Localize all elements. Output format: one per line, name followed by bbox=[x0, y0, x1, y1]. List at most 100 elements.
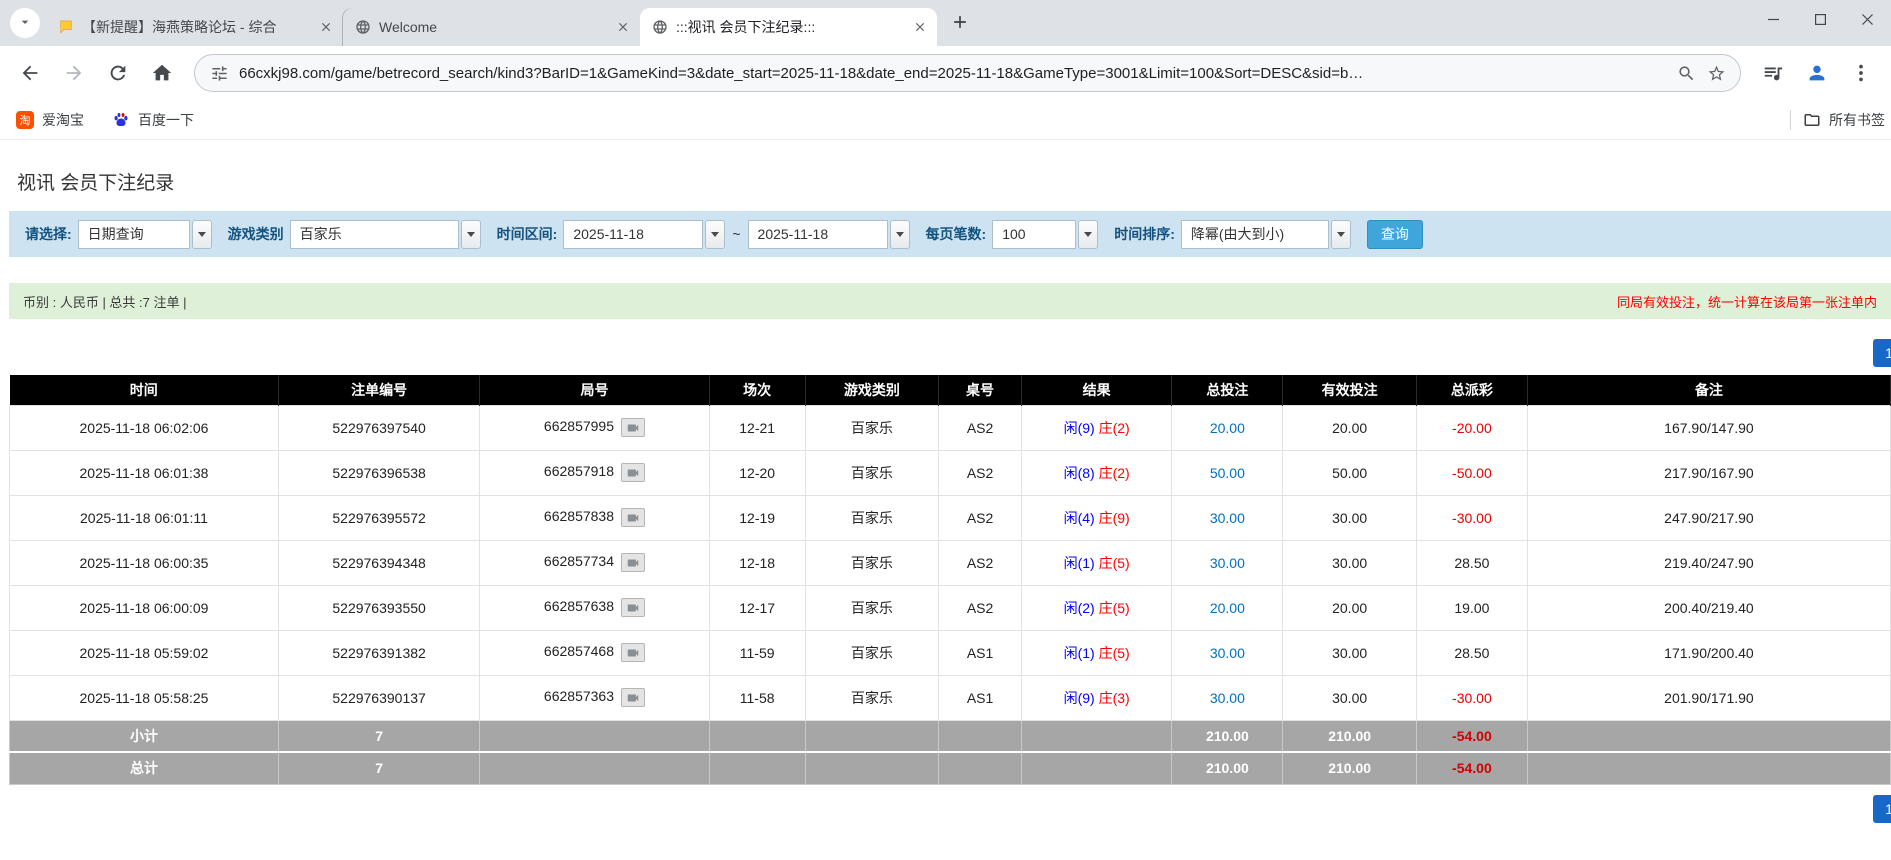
cell-session: 11-59 bbox=[708, 629, 806, 676]
cell-total-bet[interactable]: 30.00 bbox=[1171, 674, 1284, 721]
bookmarks-bar: 淘 爱淘宝 百度一下 所有书签 bbox=[0, 100, 1891, 140]
cell-payout: -50.00 bbox=[1415, 449, 1528, 496]
zoom-icon[interactable] bbox=[1676, 63, 1696, 83]
game-category-value[interactable]: 百家乐 bbox=[289, 219, 459, 249]
url-text[interactable]: 66cxkj98.com/game/betrecord_search/kind3… bbox=[239, 65, 1666, 82]
filter-label-date-range: 时间区间: bbox=[496, 226, 558, 242]
video-replay-icon[interactable] bbox=[621, 598, 645, 617]
tab-welcome[interactable]: Welcome bbox=[343, 8, 640, 46]
cell-valid-bet: 30.00 bbox=[1282, 629, 1417, 676]
site-settings-icon[interactable] bbox=[209, 63, 229, 83]
cell-table-number: AS1 bbox=[938, 674, 1022, 721]
video-replay-icon[interactable] bbox=[621, 688, 645, 707]
folder-icon bbox=[1803, 111, 1821, 129]
cell-payout: -30.00 bbox=[1415, 674, 1528, 721]
page-size-value[interactable]: 100 bbox=[992, 219, 1077, 249]
chevron-down-icon[interactable] bbox=[889, 219, 910, 249]
video-replay-icon[interactable] bbox=[621, 418, 645, 437]
chevron-down-icon[interactable] bbox=[1078, 219, 1099, 249]
tab-forum[interactable]: 【新提醒】海燕策略论坛 - 综合 bbox=[46, 8, 343, 46]
tab-close-icon[interactable] bbox=[317, 18, 335, 36]
game-category-select[interactable]: 百家乐 bbox=[289, 219, 481, 249]
cell-session: 12-18 bbox=[708, 539, 806, 586]
column-header-time: 时间 bbox=[9, 375, 279, 405]
chevron-down-icon[interactable] bbox=[705, 219, 726, 249]
cell-total-bet[interactable]: 30.00 bbox=[1171, 494, 1284, 541]
minimize-button[interactable] bbox=[1750, 0, 1797, 38]
bet-record-row: 2025-11-18 06:01:11 522976395572 6628578… bbox=[9, 494, 1891, 541]
sort-order-select[interactable]: 降幂(由大到小) bbox=[1180, 219, 1351, 249]
bookmark-taobao[interactable]: 淘 爱淘宝 bbox=[16, 110, 84, 130]
cell-round-number: 662857918 bbox=[479, 449, 710, 496]
cell-round-number: 662857468 bbox=[479, 629, 710, 676]
home-button[interactable] bbox=[142, 53, 182, 93]
new-tab-button[interactable] bbox=[945, 8, 975, 38]
menu-icon[interactable] bbox=[1841, 53, 1881, 93]
reload-button[interactable] bbox=[98, 53, 138, 93]
tab-title: 【新提醒】海燕策略论坛 - 综合 bbox=[82, 19, 277, 35]
chevron-down-icon[interactable] bbox=[191, 219, 212, 249]
cell-bet-number: 522976394348 bbox=[277, 539, 481, 586]
date-start-value[interactable]: 2025-11-18 bbox=[563, 219, 704, 249]
subtotal-count: 7 bbox=[277, 719, 481, 753]
cell-round-number: 662857363 bbox=[479, 674, 710, 721]
page-1-button[interactable]: 1 bbox=[1873, 794, 1891, 823]
back-button[interactable] bbox=[10, 53, 50, 93]
media-controls-icon[interactable] bbox=[1753, 53, 1793, 93]
page-size-select[interactable]: 100 bbox=[992, 219, 1099, 249]
video-replay-icon[interactable] bbox=[621, 643, 645, 662]
empty-cell bbox=[938, 719, 1022, 753]
cell-total-bet[interactable]: 30.00 bbox=[1171, 629, 1284, 676]
cell-game-category: 百家乐 bbox=[804, 629, 940, 676]
tab-bet-records[interactable]: :::视讯 会员下注纪录::: bbox=[640, 8, 937, 46]
pagination-bottom: 1 bbox=[9, 794, 1891, 825]
cell-payout: -20.00 bbox=[1415, 404, 1528, 451]
tab-close-icon[interactable] bbox=[911, 18, 929, 36]
empty-cell bbox=[804, 751, 940, 785]
maximize-button[interactable] bbox=[1797, 0, 1844, 38]
cell-total-bet[interactable]: 20.00 bbox=[1171, 584, 1284, 631]
close-window-button[interactable] bbox=[1844, 0, 1891, 38]
date-end-select[interactable]: 2025-11-18 bbox=[747, 219, 910, 249]
bet-record-row: 2025-11-18 05:58:25 522976390137 6628573… bbox=[9, 674, 1891, 721]
date-end-value[interactable]: 2025-11-18 bbox=[747, 219, 888, 249]
page-content: 视讯 会员下注纪录 请选择: 日期查询 游戏类别 百家乐 时间区间: 2025-… bbox=[0, 168, 1891, 825]
bookmark-star-icon[interactable] bbox=[1706, 63, 1726, 83]
video-replay-icon[interactable] bbox=[621, 508, 645, 527]
query-type-value[interactable]: 日期查询 bbox=[77, 219, 190, 249]
tab-close-icon[interactable] bbox=[614, 18, 632, 36]
empty-cell bbox=[1020, 719, 1173, 753]
column-header-round-number: 局号 bbox=[479, 375, 710, 405]
empty-cell bbox=[938, 751, 1022, 785]
subtotal-row: 小计 7 210.00 210.00 -54.00 bbox=[9, 719, 1891, 753]
search-button[interactable]: 查询 bbox=[1366, 219, 1423, 249]
bet-record-row: 2025-11-18 06:02:06 522976397540 6628579… bbox=[9, 404, 1891, 451]
tab-search-button[interactable] bbox=[10, 8, 40, 38]
video-replay-icon[interactable] bbox=[621, 463, 645, 482]
query-type-select[interactable]: 日期查询 bbox=[77, 219, 212, 249]
cell-note: 201.90/171.90 bbox=[1526, 674, 1891, 721]
chevron-down-icon[interactable] bbox=[460, 219, 481, 249]
cell-total-bet[interactable]: 20.00 bbox=[1171, 404, 1284, 451]
cell-total-bet[interactable]: 30.00 bbox=[1171, 539, 1284, 586]
all-bookmarks-button[interactable]: 所有书签 bbox=[1803, 110, 1885, 130]
forward-button[interactable] bbox=[54, 53, 94, 93]
address-bar[interactable]: 66cxkj98.com/game/betrecord_search/kind3… bbox=[194, 54, 1741, 92]
chevron-down-icon[interactable] bbox=[1330, 219, 1351, 249]
forum-favicon-icon bbox=[58, 19, 74, 35]
profile-icon[interactable] bbox=[1797, 53, 1837, 93]
page-title: 视讯 会员下注纪录 bbox=[17, 173, 175, 194]
sort-order-value[interactable]: 降幂(由大到小) bbox=[1180, 219, 1329, 249]
video-replay-icon[interactable] bbox=[621, 553, 645, 572]
cell-total-bet[interactable]: 50.00 bbox=[1171, 449, 1284, 496]
cell-time: 2025-11-18 05:59:02 bbox=[9, 629, 279, 676]
bookmark-baidu[interactable]: 百度一下 bbox=[112, 110, 194, 130]
baidu-paw-icon bbox=[112, 111, 130, 129]
date-start-select[interactable]: 2025-11-18 bbox=[563, 219, 726, 249]
total-payout: -54.00 bbox=[1415, 751, 1528, 785]
cell-table-number: AS1 bbox=[938, 629, 1022, 676]
tab-strip: 【新提醒】海燕策略论坛 - 综合 Welcome :::视讯 会员下注纪录::: bbox=[0, 0, 1891, 46]
globe-icon bbox=[652, 19, 668, 35]
page-1-button[interactable]: 1 bbox=[1873, 339, 1891, 367]
cell-round-number: 662857995 bbox=[479, 404, 710, 451]
